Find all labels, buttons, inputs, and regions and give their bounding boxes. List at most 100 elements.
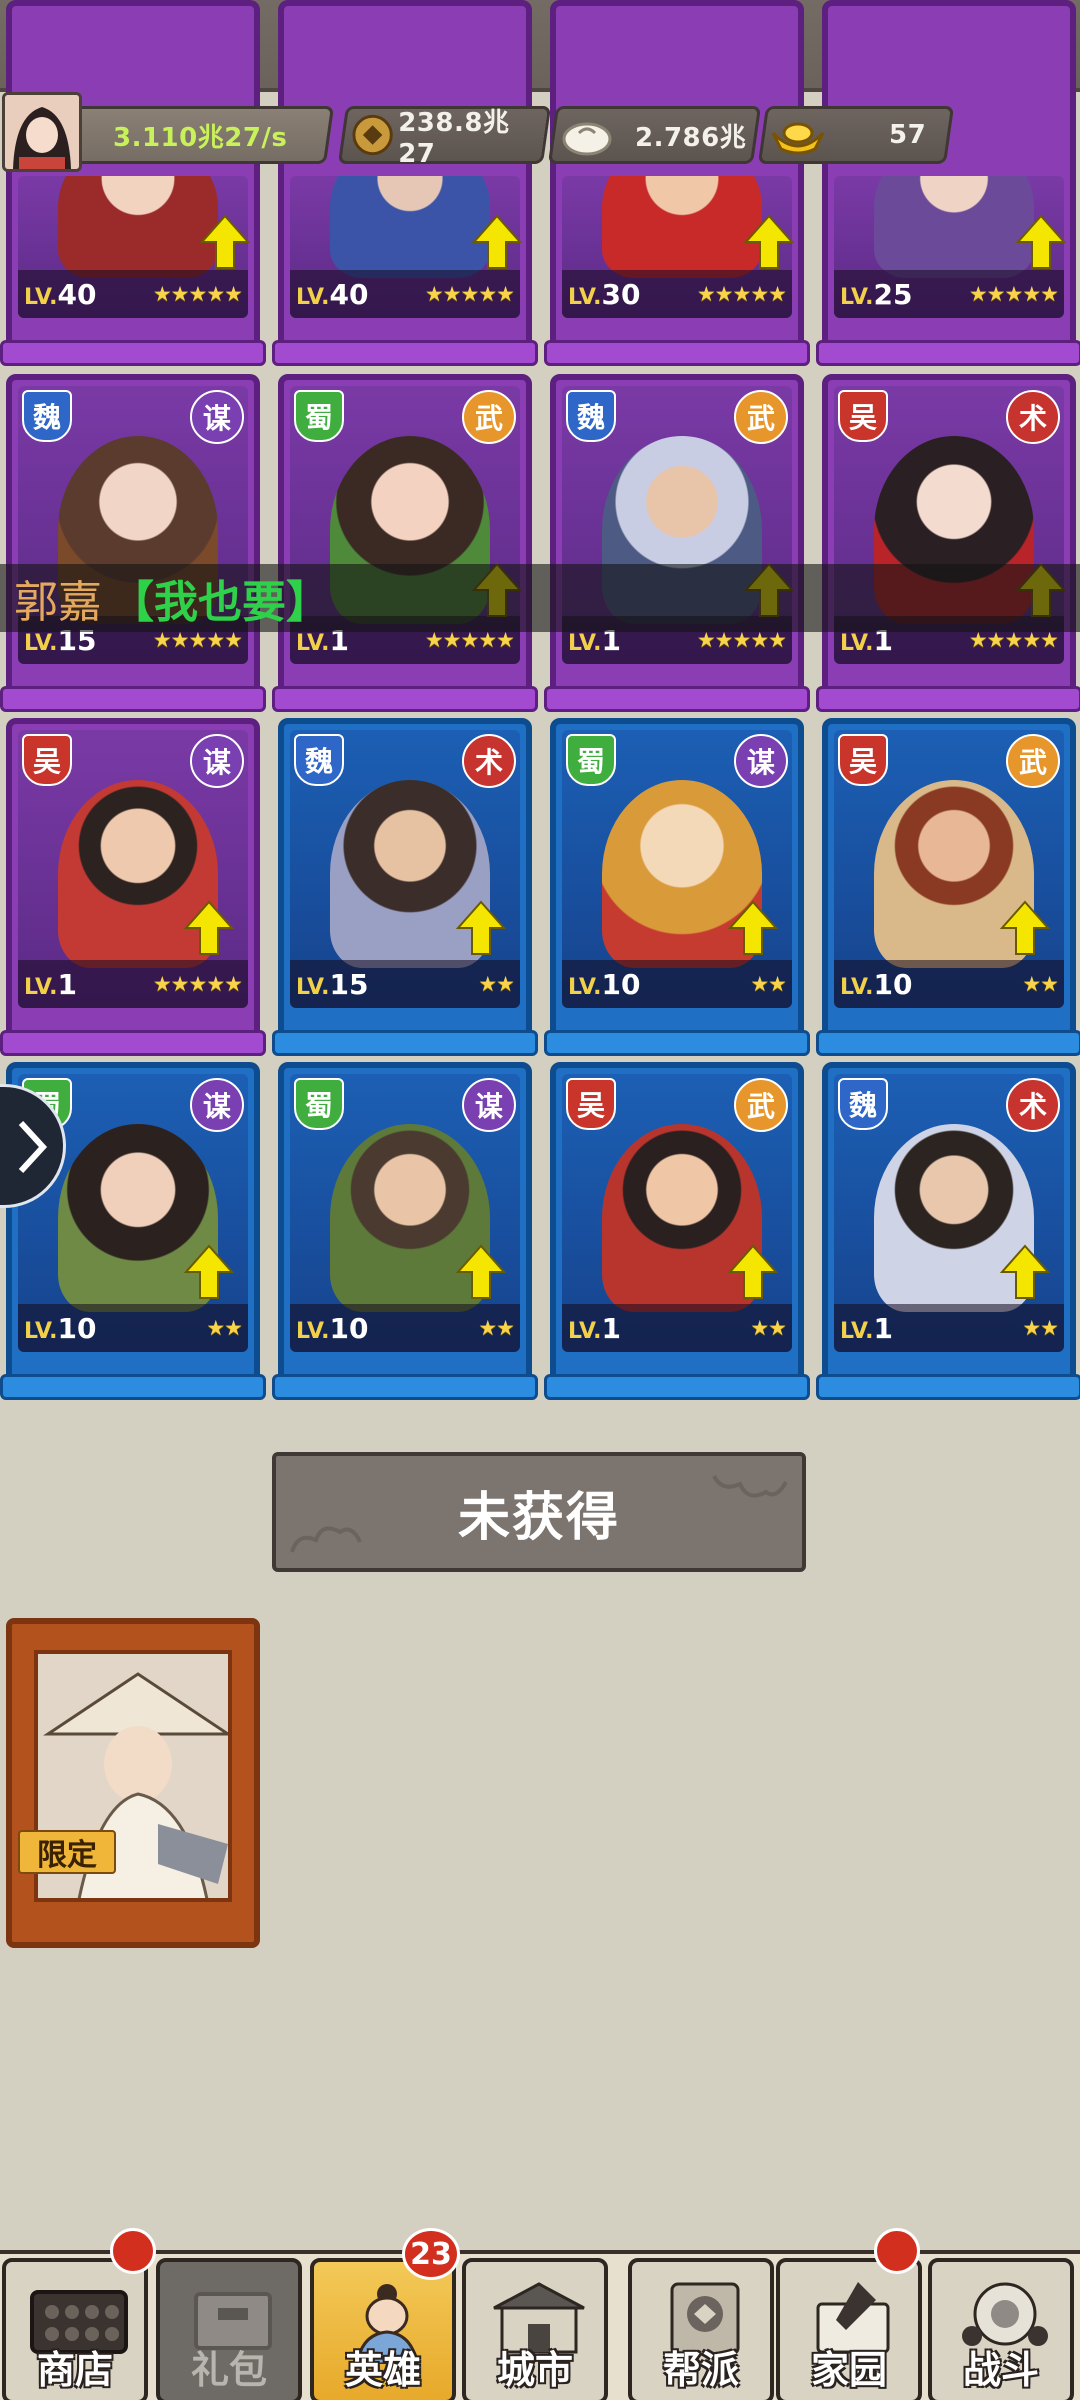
type-badge: 谋 bbox=[190, 1078, 244, 1132]
hero-portrait bbox=[602, 176, 762, 278]
hero-grid: LV.40 ★★★★★ LV.40 ★★★★★ LV.30 ★★ ★★★ LV.2… bbox=[0, 0, 1080, 1400]
hero-info-row: LV.1 ★★★★★ bbox=[18, 960, 248, 1008]
hero-level: LV.1 bbox=[568, 1311, 622, 1345]
hero-card[interactable]: LV.40 ★★★★★ bbox=[272, 0, 538, 366]
avatar-portrait-icon bbox=[5, 95, 79, 169]
hero-card[interactable]: LV.1 ★★★★★ 吴 术 bbox=[816, 374, 1080, 712]
hero-stars: ★★★★★ bbox=[424, 282, 515, 306]
steamed-bun-icon bbox=[562, 122, 612, 156]
upgrade-arrow-icon bbox=[744, 214, 794, 269]
upgrade-arrow-icon bbox=[728, 900, 778, 955]
gold-pill[interactable]: 57 bbox=[757, 106, 955, 164]
unobtained-label: 未获得 bbox=[457, 1487, 620, 1548]
upgrade-arrow-icon bbox=[200, 214, 250, 269]
hero-portrait bbox=[330, 176, 490, 278]
upgrade-arrow-icon bbox=[728, 1244, 778, 1299]
nav-gang[interactable]: 帮派 bbox=[628, 2258, 774, 2400]
faction-badge: 吴 bbox=[22, 734, 72, 786]
hero-card[interactable]: LV.1 ★★ 吴 武 bbox=[544, 1062, 810, 1400]
upgrade-arrow-icon bbox=[1000, 900, 1050, 955]
faction-badge: 魏 bbox=[294, 734, 344, 786]
hero-stars: ★★ bbox=[478, 972, 515, 996]
nav-shop[interactable]: 商店 bbox=[2, 2258, 148, 2400]
hero-card[interactable]: LV.1 ★★★★★ 吴 谋 bbox=[0, 718, 266, 1056]
hero-level: LV.10 bbox=[840, 967, 913, 1001]
card-base bbox=[816, 1030, 1080, 1056]
hero-level: LV.15 bbox=[296, 967, 369, 1001]
upgrade-arrow-icon bbox=[184, 1244, 234, 1299]
card-base bbox=[272, 1030, 538, 1056]
nav-battle-label: 战斗 bbox=[962, 2348, 1039, 2392]
type-badge: 术 bbox=[1006, 390, 1060, 444]
hero-info-row: LV.10 ★★ bbox=[18, 1304, 248, 1352]
type-badge: 谋 bbox=[190, 734, 244, 788]
upgrade-arrow-icon bbox=[456, 900, 506, 955]
hero-level: LV.40 bbox=[296, 277, 369, 311]
hero-level: LV.40 bbox=[24, 277, 97, 311]
upgrade-arrow-icon bbox=[1000, 1244, 1050, 1299]
announcement-ticker: 郭嘉 【我也要】 bbox=[0, 564, 1080, 632]
nav-shop-label: 商店 bbox=[36, 2348, 113, 2392]
nav-home[interactable]: 家园 bbox=[776, 2258, 922, 2400]
hero-card[interactable]: LV.15 ★★★★★ 魏 谋 bbox=[0, 374, 266, 712]
bottom-nav: 商店 礼包 英雄 城市 帮派 家园 战斗 bbox=[0, 2250, 1080, 2400]
upgrade-arrow-icon bbox=[456, 1244, 506, 1299]
hero-level: LV.30 bbox=[568, 277, 641, 311]
nav-gift-pack[interactable]: 礼包 bbox=[156, 2258, 302, 2400]
upgrade-arrow-icon bbox=[184, 900, 234, 955]
hero-card[interactable]: LV.40 ★★★★★ bbox=[0, 0, 266, 366]
hero-card[interactable]: LV.10 ★★ 蜀 谋 bbox=[272, 1062, 538, 1400]
resource-bar: 3.110兆27/s 238.8兆27 2.786兆 57 bbox=[0, 98, 1080, 170]
hero-info-row: LV.25 ★★★★★ bbox=[834, 270, 1064, 318]
faction-badge: 吴 bbox=[838, 734, 888, 786]
ticker-hero-name: 郭嘉 bbox=[14, 577, 102, 628]
hero-stars: ★★★★★ bbox=[152, 282, 243, 306]
player-avatar[interactable] bbox=[2, 92, 82, 172]
hero-card[interactable]: LV.25 ★★★★★ bbox=[816, 0, 1080, 366]
hero-info-row: LV.40 ★★★★★ bbox=[18, 270, 248, 318]
hero-info-row: LV.30 ★★★★★ bbox=[562, 270, 792, 318]
card-base bbox=[816, 686, 1080, 712]
card-base bbox=[0, 340, 266, 366]
ticker-message: 【我也要】 bbox=[110, 577, 330, 628]
copper-pill[interactable]: 238.8兆27 bbox=[337, 106, 552, 169]
hero-level: LV.1 bbox=[24, 967, 78, 1001]
hero-info-row: LV.1 ★★ bbox=[834, 1304, 1064, 1352]
nav-heroes-label: 英雄 bbox=[344, 2348, 421, 2392]
faction-badge: 吴 bbox=[838, 390, 888, 442]
hero-stars: ★★ bbox=[206, 1316, 243, 1340]
hero-level: LV.10 bbox=[568, 967, 641, 1001]
type-badge: 武 bbox=[462, 390, 516, 444]
nav-city[interactable]: 城市 bbox=[462, 2258, 608, 2400]
locked-hero-card[interactable]: 限定 bbox=[6, 1618, 260, 1948]
hero-card[interactable]: LV.1 ★★ 魏 术 bbox=[816, 1062, 1080, 1400]
hero-level: LV.10 bbox=[24, 1311, 97, 1345]
hero-portrait bbox=[874, 176, 1034, 278]
hero-card[interactable]: LV.30 ★★★★★ bbox=[544, 0, 810, 366]
hero-info-row: LV.1 ★★ bbox=[562, 1304, 792, 1352]
card-base bbox=[0, 686, 266, 712]
hero-stars: ★★★★★ bbox=[696, 282, 787, 306]
bun-pill[interactable]: 2.786兆 bbox=[547, 106, 762, 164]
faction-badge: 蜀 bbox=[566, 734, 616, 786]
card-base bbox=[544, 686, 810, 712]
bun-value: 2.786兆 bbox=[635, 122, 747, 153]
cloud-pattern-left-icon bbox=[290, 1526, 362, 1553]
hero-info-row: LV.10 ★★ bbox=[562, 960, 792, 1008]
hero-level: LV.10 bbox=[296, 1311, 369, 1345]
upgrade-arrow-icon bbox=[1016, 214, 1066, 269]
hero-info-row: LV.10 ★★ bbox=[834, 960, 1064, 1008]
hero-card[interactable]: LV.10 ★★ 蜀 谋 bbox=[544, 718, 810, 1056]
type-badge: 术 bbox=[462, 734, 516, 788]
nav-battle[interactable]: 战斗 bbox=[928, 2258, 1074, 2400]
hero-stars: ★★★★★ bbox=[968, 282, 1059, 306]
card-base bbox=[544, 1374, 810, 1400]
type-badge: 术 bbox=[1006, 1078, 1060, 1132]
type-badge: 谋 bbox=[190, 390, 244, 444]
card-base bbox=[0, 1030, 266, 1056]
hero-card[interactable]: LV.1 ★★★★★ 魏 武 bbox=[544, 374, 810, 712]
hero-card[interactable]: LV.1 ★★★★★ 蜀 武 bbox=[272, 374, 538, 712]
hero-card[interactable]: LV.10 ★★ 吴 武 bbox=[816, 718, 1080, 1056]
faction-badge: 蜀 bbox=[294, 1078, 344, 1130]
hero-card[interactable]: LV.15 ★★ 魏 术 bbox=[272, 718, 538, 1056]
